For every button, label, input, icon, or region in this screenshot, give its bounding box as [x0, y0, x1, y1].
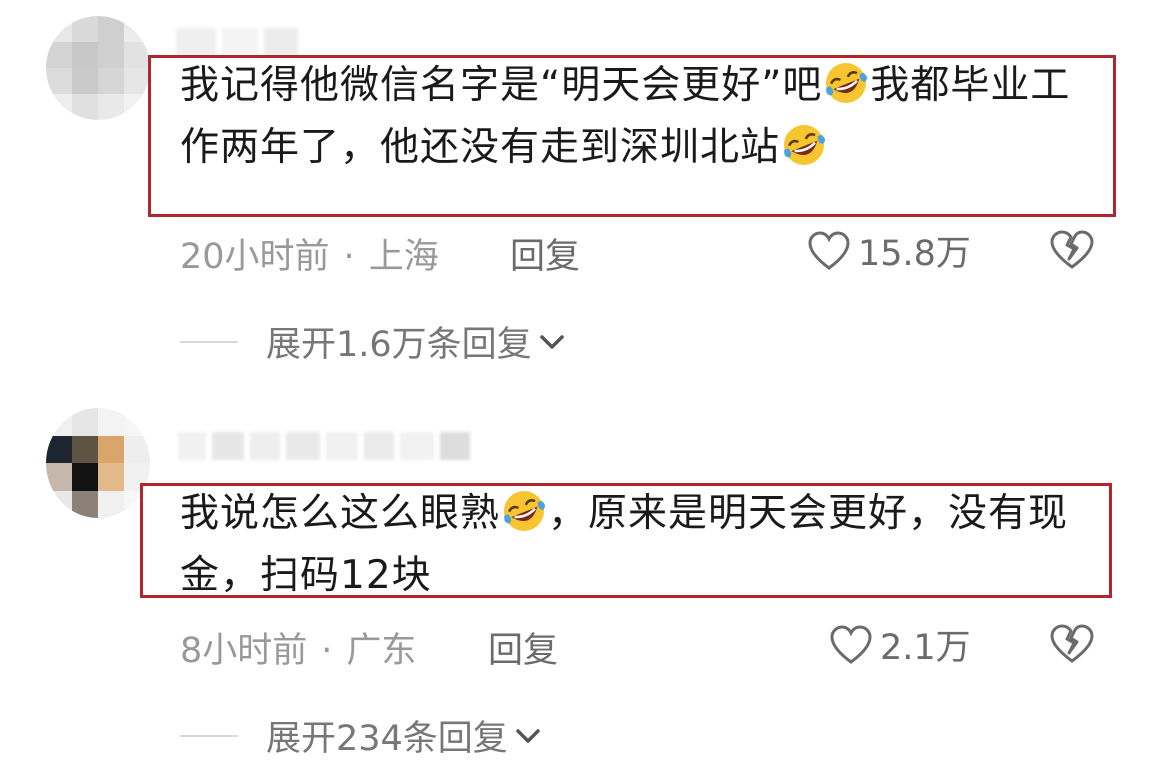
rofl-emoji-icon [784, 125, 825, 165]
rofl-emoji-icon [504, 491, 545, 531]
avatar[interactable] [46, 16, 150, 120]
expand-replies-label: 展开1.6万条回复 [266, 325, 532, 365]
comment-text: 我说怎么这么眼熟 ，原来是明天会更好，没有现金，扫码12块 [180, 483, 1104, 607]
chevron-down-icon [516, 728, 540, 743]
reply-button[interactable]: 回复 [510, 228, 580, 279]
expand-replies-button[interactable]: 展开234条回复 [180, 710, 544, 761]
timestamp: 20小时前 [180, 237, 330, 277]
reply-button[interactable]: 回复 [488, 622, 558, 673]
location: 上海 [368, 237, 439, 277]
separator-dot: · [321, 631, 333, 671]
comment-text-part: 我记得他微信名字是“明天会更好”吧 [180, 63, 823, 108]
avatar[interactable] [46, 408, 150, 518]
username-blurred[interactable] [178, 432, 470, 460]
chevron-down-icon [539, 334, 564, 349]
username-blurred[interactable] [176, 28, 298, 56]
timestamp: 8小时前 [180, 631, 308, 671]
like-button[interactable]: 2.1万 [828, 619, 971, 670]
divider-line [180, 734, 238, 737]
like-count: 15.8万 [858, 234, 971, 274]
comment-meta: 8小时前 · 广东 [180, 622, 416, 673]
comment-text: 我记得他微信名字是“明天会更好”吧 我都毕业工作两年了，他还没有走到深圳北站 [180, 55, 1104, 179]
broken-heart-icon[interactable] [1047, 227, 1097, 273]
location: 广东 [346, 631, 417, 671]
expand-replies-label: 展开234条回复 [266, 719, 508, 759]
rofl-emoji-icon [826, 63, 868, 103]
like-count: 2.1万 [880, 628, 971, 668]
broken-heart-icon[interactable] [1047, 621, 1097, 667]
heart-outline-icon [830, 624, 872, 664]
expand-replies-button[interactable]: 展开1.6万条回复 [180, 316, 568, 367]
separator-dot: · [343, 237, 355, 277]
comment-meta: 20小时前 · 上海 [180, 228, 439, 279]
comment-text-part: 我说怎么这么眼熟 [180, 491, 501, 536]
like-button[interactable]: 15.8万 [806, 225, 971, 276]
heart-outline-icon [808, 230, 850, 270]
divider-line [180, 340, 238, 343]
